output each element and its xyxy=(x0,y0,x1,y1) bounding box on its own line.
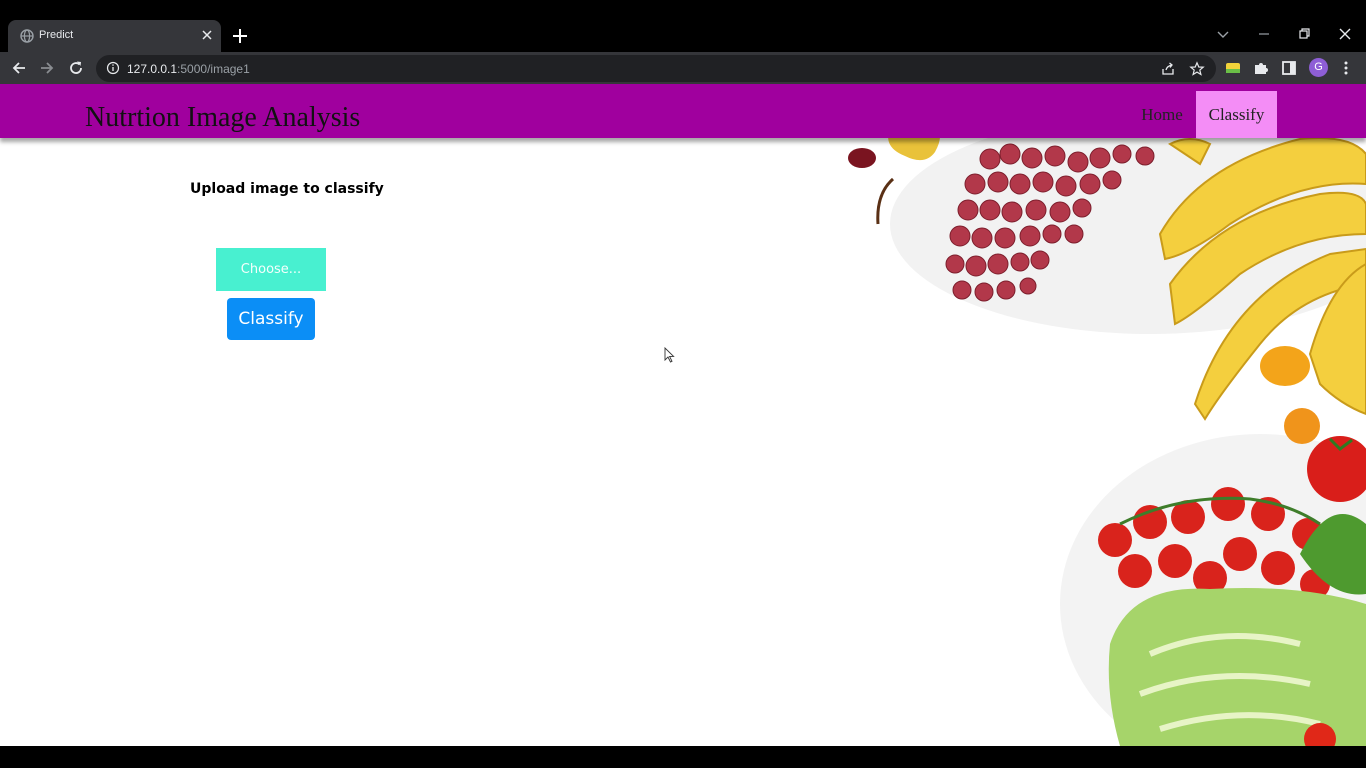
nav-home-link[interactable]: Home xyxy=(1130,91,1194,138)
share-icon[interactable] xyxy=(1160,61,1176,77)
url-text: 127.0.0.1:5000/image1 xyxy=(127,62,250,76)
taskbar-strip xyxy=(0,746,1366,768)
window-close-icon[interactable] xyxy=(1336,25,1354,43)
minimize-icon[interactable] xyxy=(1255,25,1273,43)
fruit-vegetable-background xyxy=(848,111,1366,746)
site-navbar: Nutrtion Image Analysis Home Classify xyxy=(0,84,1366,138)
kebab-menu-icon[interactable] xyxy=(1337,59,1355,77)
back-icon[interactable] xyxy=(10,59,28,77)
extension-icon[interactable] xyxy=(1224,59,1242,77)
browser-tab[interactable]: Predict xyxy=(8,20,221,52)
page-viewport: Nutrtion Image Analysis Home Classify Up… xyxy=(0,84,1366,746)
info-icon[interactable] xyxy=(106,61,120,75)
restore-icon[interactable] xyxy=(1295,25,1313,43)
plus-icon[interactable] xyxy=(231,27,249,45)
reload-icon[interactable] xyxy=(67,59,85,77)
url-host: 127.0.0.1 xyxy=(127,62,178,76)
nav-classify-link[interactable]: Classify xyxy=(1196,91,1277,138)
tab-strip: Predict xyxy=(0,0,1366,52)
url-path: :5000/image1 xyxy=(177,62,250,76)
forward-icon[interactable] xyxy=(38,59,56,77)
globe-icon xyxy=(20,29,34,43)
close-icon[interactable] xyxy=(200,28,214,42)
browser-toolbar: 127.0.0.1:5000/image1 G xyxy=(0,52,1366,84)
address-bar[interactable]: 127.0.0.1:5000/image1 xyxy=(96,55,1216,82)
chevron-down-icon[interactable] xyxy=(1214,25,1232,43)
tab-title: Predict xyxy=(39,29,74,41)
profile-avatar[interactable]: G xyxy=(1309,58,1328,77)
side-panel-icon[interactable] xyxy=(1280,59,1298,77)
puzzle-icon[interactable] xyxy=(1252,59,1270,77)
star-icon[interactable] xyxy=(1189,61,1205,77)
site-brand[interactable]: Nutrtion Image Analysis xyxy=(85,102,360,134)
